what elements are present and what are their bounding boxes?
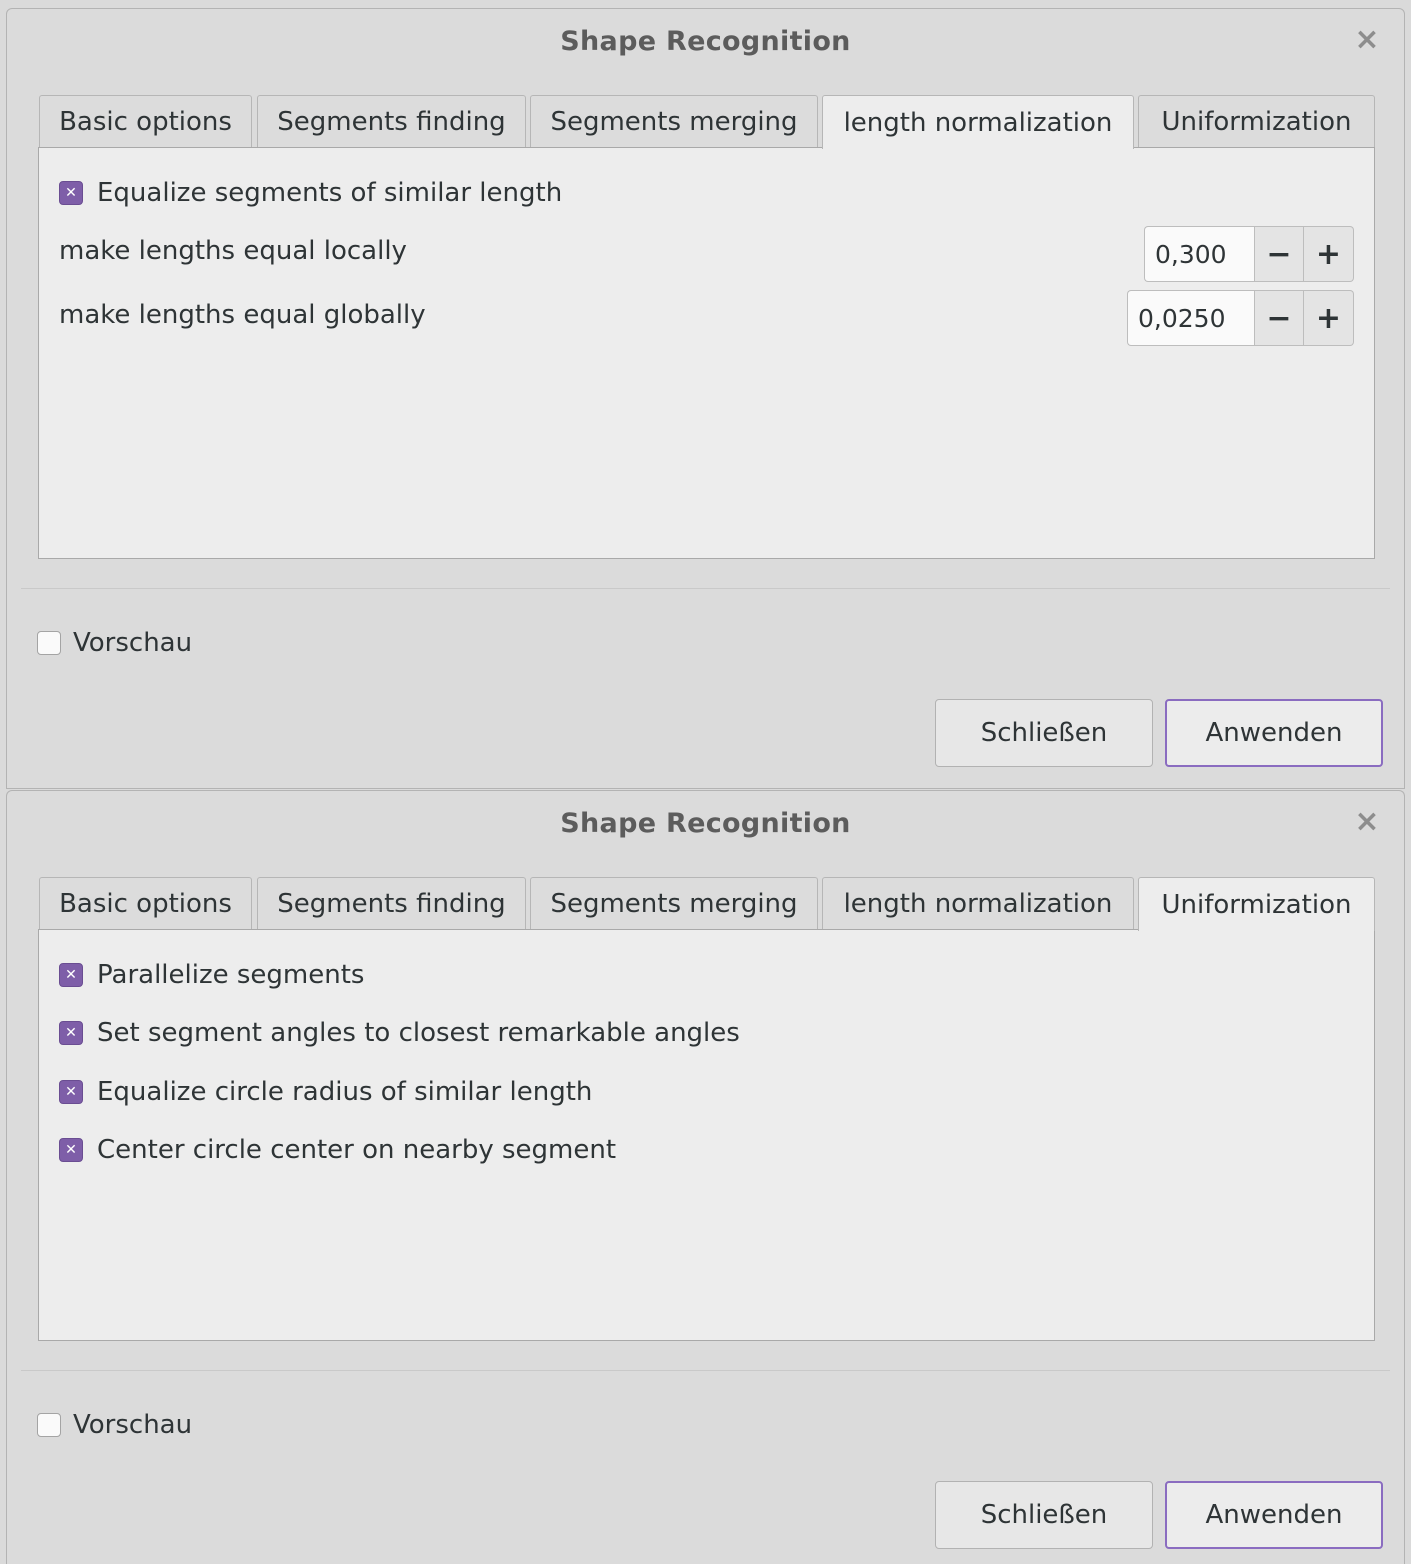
remarkable-angles-checkbox[interactable]: ✕ Set segment angles to closest remarkab… <box>59 1015 740 1051</box>
spin-row-global: make lengths equal globally 0,0250 − + <box>59 290 1354 346</box>
tab-segments-finding[interactable]: Segments finding <box>257 95 526 147</box>
spin-row-local: make lengths equal locally 0,300 − + <box>59 226 1354 282</box>
separator <box>21 588 1390 589</box>
apply-button[interactable]: Anwenden <box>1165 1481 1383 1549</box>
preview-label: Vorschau <box>73 628 193 658</box>
local-spin-button: 0,300 − + <box>1144 226 1354 282</box>
tab-basic-options[interactable]: Basic options <box>39 877 252 929</box>
titlebar[interactable]: Shape Recognition × <box>7 791 1404 855</box>
check-icon: ✕ <box>59 1021 83 1045</box>
titlebar[interactable]: Shape Recognition × <box>7 9 1404 73</box>
decrement-button[interactable]: − <box>1254 226 1304 282</box>
checkbox-box <box>37 1413 61 1437</box>
center-circle-checkbox[interactable]: ✕ Center circle center on nearby segment <box>59 1132 616 1168</box>
tab-basic-options[interactable]: Basic options <box>39 95 252 147</box>
preview-checkbox[interactable]: Vorschau <box>37 625 192 661</box>
checkbox-box <box>37 631 61 655</box>
increment-button[interactable]: + <box>1304 226 1354 282</box>
spin-label: make lengths equal globally <box>59 300 426 330</box>
separator <box>21 1370 1390 1371</box>
checkbox-label: Equalize circle radius of similar length <box>97 1077 593 1107</box>
equalize-segments-checkbox[interactable]: ✕ Equalize segments of similar length <box>59 175 562 211</box>
shape-recognition-dialog-1: Shape Recognition × Basic options Segmen… <box>6 8 1405 789</box>
preview-label: Vorschau <box>73 1410 193 1440</box>
decrement-button[interactable]: − <box>1254 290 1304 346</box>
preview-checkbox[interactable]: Vorschau <box>37 1407 192 1443</box>
local-value-field[interactable]: 0,300 <box>1144 226 1254 282</box>
dialog-title: Shape Recognition <box>560 25 851 57</box>
close-icon[interactable]: × <box>1352 807 1382 837</box>
check-icon: ✕ <box>59 1080 83 1104</box>
equalize-circle-radius-checkbox[interactable]: ✕ Equalize circle radius of similar leng… <box>59 1074 592 1110</box>
tab-panel-length-normalization: ✕ Equalize segments of similar length ma… <box>38 147 1375 559</box>
parallelize-segments-checkbox[interactable]: ✕ Parallelize segments <box>59 957 364 993</box>
global-value-field[interactable]: 0,0250 <box>1127 290 1254 346</box>
tab-uniformization[interactable]: Uniformization <box>1138 877 1375 931</box>
apply-button[interactable]: Anwenden <box>1165 699 1383 767</box>
checkbox-label: Equalize segments of similar length <box>97 178 563 208</box>
dialog-title: Shape Recognition <box>560 807 851 839</box>
tab-panel-uniformization: ✕ Parallelize segments ✕ Set segment ang… <box>38 929 1375 1341</box>
check-icon: ✕ <box>59 1138 83 1162</box>
check-icon: ✕ <box>59 181 83 205</box>
checkbox-label: Set segment angles to closest remarkable… <box>97 1018 740 1048</box>
close-icon[interactable]: × <box>1352 25 1382 55</box>
spin-label: make lengths equal locally <box>59 236 407 266</box>
tab-length-normalization[interactable]: length normalization <box>822 95 1134 149</box>
checkbox-label: Parallelize segments <box>97 960 365 990</box>
tab-bar: Basic options Segments finding Segments … <box>39 877 1375 931</box>
tab-segments-finding[interactable]: Segments finding <box>257 877 526 929</box>
close-button[interactable]: Schließen <box>935 1481 1153 1549</box>
tab-segments-merging[interactable]: Segments merging <box>530 95 818 147</box>
tab-segments-merging[interactable]: Segments merging <box>530 877 818 929</box>
check-icon: ✕ <box>59 963 83 987</box>
tab-uniformization[interactable]: Uniformization <box>1138 95 1375 147</box>
tab-bar: Basic options Segments finding Segments … <box>39 95 1375 149</box>
close-button[interactable]: Schließen <box>935 699 1153 767</box>
shape-recognition-dialog-2: Shape Recognition × Basic options Segmen… <box>6 790 1405 1564</box>
tab-length-normalization[interactable]: length normalization <box>822 877 1134 929</box>
increment-button[interactable]: + <box>1304 290 1354 346</box>
checkbox-label: Center circle center on nearby segment <box>97 1135 617 1165</box>
global-spin-button: 0,0250 − + <box>1127 290 1354 346</box>
